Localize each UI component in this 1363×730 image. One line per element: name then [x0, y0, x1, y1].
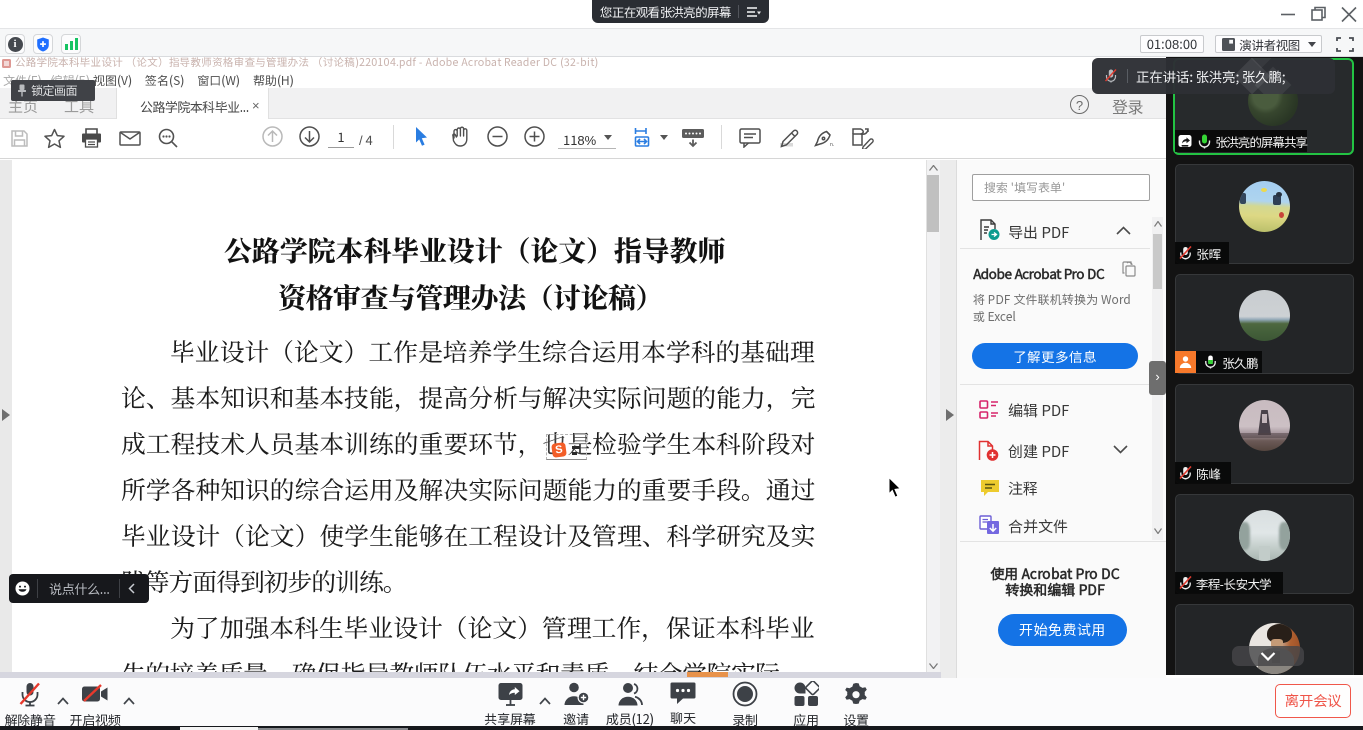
svg-text:n.: n. [830, 142, 834, 148]
